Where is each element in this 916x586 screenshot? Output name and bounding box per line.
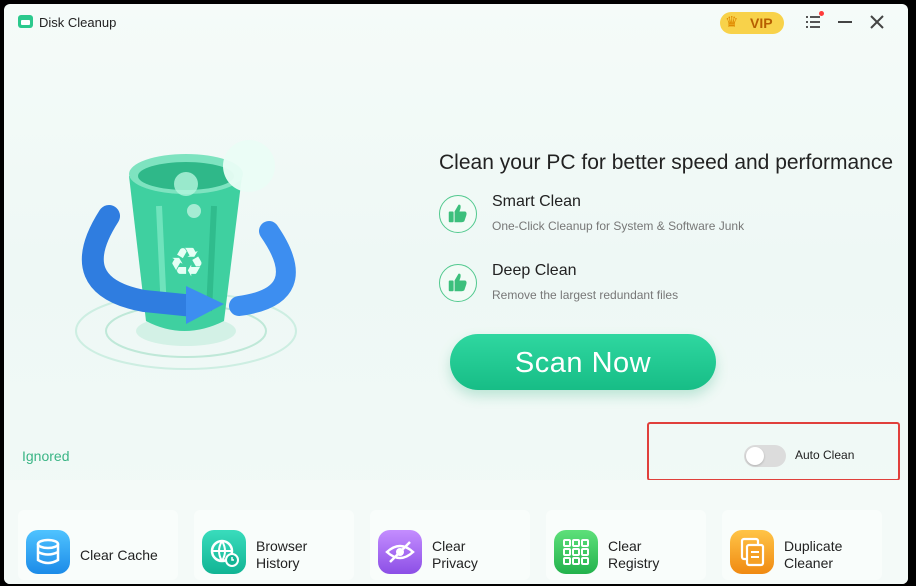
app-logo-icon <box>18 15 33 28</box>
tool-label-line1: Clear <box>608 538 642 554</box>
globe-clock-icon <box>202 530 246 574</box>
tool-label: Clear Cache <box>80 547 158 563</box>
tool-clear-cache[interactable]: Clear Cache <box>18 510 178 580</box>
scan-now-button[interactable]: Scan Now <box>450 334 716 390</box>
tool-label-line2: History <box>256 555 300 571</box>
feature-title: Deep Clean <box>492 262 577 279</box>
tool-label-line1: Clear <box>432 538 466 554</box>
auto-clean-toggle[interactable] <box>744 445 786 467</box>
database-icon <box>26 530 70 574</box>
minimize-icon[interactable] <box>836 13 854 31</box>
tool-clear-registry[interactable]: Clear Registry <box>546 510 706 580</box>
tool-clear-privacy[interactable]: Clear Privacy <box>370 510 530 580</box>
toggle-knob <box>746 447 764 465</box>
headline: Clean your PC for better speed and perfo… <box>439 151 894 174</box>
registry-grid-icon <box>554 530 598 574</box>
tool-label-line1: Duplicate <box>784 538 843 554</box>
app-title: Disk Cleanup <box>39 15 117 30</box>
tool-label-line1: Browser <box>256 538 308 554</box>
notification-dot <box>819 11 824 16</box>
crown-icon: ♛ <box>725 14 739 31</box>
tool-browser-history[interactable]: Browser History <box>194 510 354 580</box>
feature-deep-clean: Deep Clean Remove the largest redundant … <box>439 262 879 308</box>
feature-description: Remove the largest redundant files <box>492 288 679 302</box>
recycle-bin-illustration: ♻ <box>75 140 297 370</box>
duplicate-files-icon <box>730 530 774 574</box>
tool-duplicate-cleaner[interactable]: Duplicate Cleaner <box>722 510 882 580</box>
disk-cleanup-window: Disk Cleanup ♛ VIP ♻ Clean your PC for b… <box>4 4 908 584</box>
feature-smart-clean: Smart Clean One-Click Cleanup for System… <box>439 193 879 239</box>
tools-bar: Clear Cache Browser History Clear Privac… <box>4 480 908 584</box>
vip-button[interactable]: ♛ VIP <box>720 12 784 34</box>
tool-label-line2: Registry <box>608 555 660 571</box>
auto-clean-label: Auto Clean <box>795 448 855 462</box>
tool-label-line2: Cleaner <box>784 555 834 571</box>
tool-label-line2: Privacy <box>432 555 478 571</box>
eye-slash-icon <box>378 530 422 574</box>
thumbs-up-icon <box>439 195 477 233</box>
close-icon[interactable] <box>868 13 886 31</box>
svg-text:♻: ♻ <box>169 240 205 286</box>
title-bar: Disk Cleanup ♛ VIP <box>4 4 908 40</box>
ignored-link[interactable]: Ignored <box>22 448 69 464</box>
feature-description: One-Click Cleanup for System & Software … <box>492 219 745 233</box>
vip-label: VIP <box>750 15 773 31</box>
thumbs-up-icon <box>439 264 477 302</box>
feature-title: Smart Clean <box>492 193 581 210</box>
